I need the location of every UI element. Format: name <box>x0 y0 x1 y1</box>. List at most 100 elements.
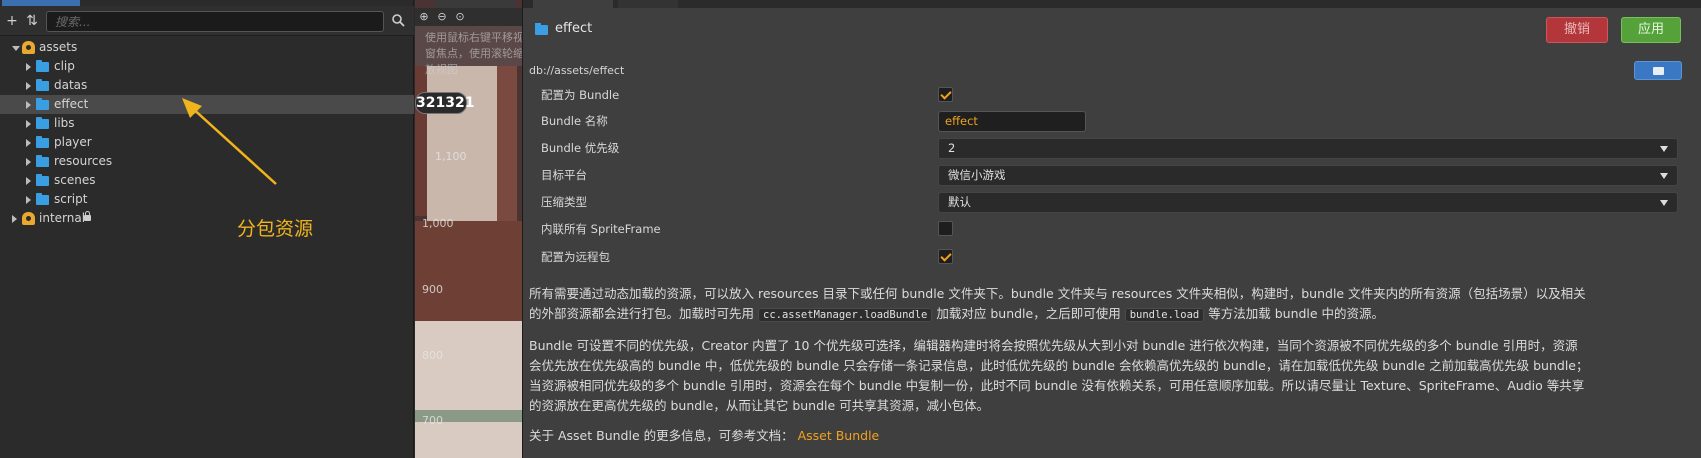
description-line: 的外部资源都会进行打包。加载时可先用 cc.assetManager.loadB… <box>529 304 1697 325</box>
scene-tab[interactable] <box>435 0 515 8</box>
folder-icon <box>535 23 548 35</box>
zoom-reset-icon[interactable]: ⊙ <box>453 10 467 24</box>
folder-icon <box>36 136 49 148</box>
chevron-right-icon[interactable] <box>26 177 31 185</box>
zoom-out-icon[interactable]: ⊖ <box>435 10 449 24</box>
tree-item-label: internal <box>39 211 86 225</box>
description-line: 会优先放在优先级高的 bundle 中，低优先级的 bundle 只会存储一条记… <box>529 358 1589 373</box>
prop-inline-spriteframe: 内联所有 SpriteFrame <box>523 217 1701 241</box>
inspector-header: effect 撤销 应用 <box>523 8 1701 52</box>
prop-label: Bundle 名称 <box>541 114 608 128</box>
chevron-down-icon <box>1660 200 1668 206</box>
ruler-label: 1,100 <box>435 150 467 163</box>
folder-icon <box>36 174 49 186</box>
tree-item-internal[interactable]: internal <box>0 209 414 228</box>
description-line: Bundle 可设置不同的优先级，Creator 内置了 10 个优先级可选择，… <box>529 338 1578 353</box>
scene-overlay-text: 使用鼠标右键平移视窗焦点，使用滚轮缩放视图 <box>425 31 522 76</box>
prop-is-bundle: 配置为 Bundle <box>523 83 1701 107</box>
prop-label: 配置为 Bundle <box>541 88 620 102</box>
folder-icon <box>36 98 49 110</box>
select-value: 2 <box>948 141 956 155</box>
tree-item-datas[interactable]: datas <box>0 76 414 95</box>
scene-view[interactable]: ⊕ ⊖ ⊙ 使用鼠标右键平移视窗焦点，使用滚轮缩放视图 321321 1,100… <box>415 0 522 458</box>
inspector-title: effect <box>555 21 593 36</box>
database-icon <box>22 212 35 225</box>
tree-item-label: libs <box>54 116 75 130</box>
chevron-right-icon[interactable] <box>26 139 31 147</box>
chevron-down-icon <box>1660 146 1668 152</box>
scene-counter: 321321 <box>415 92 474 114</box>
prop-label: Bundle 优先级 <box>541 141 620 155</box>
ruler-label: 700 <box>422 414 443 427</box>
description-line: 的资源放在更高优先级的 bundle，从而让其它 bundle 可共享其资源，减… <box>529 398 990 413</box>
search-input[interactable] <box>46 11 384 32</box>
chevron-down-icon[interactable] <box>12 46 20 51</box>
tab-service[interactable] <box>618 0 678 8</box>
prop-label: 目标平台 <box>541 168 587 182</box>
tree-item-label: clip <box>54 59 75 73</box>
tree-item-assets[interactable]: assets <box>0 38 414 57</box>
is-bundle-checkbox[interactable] <box>938 87 953 102</box>
chevron-right-icon[interactable] <box>26 82 31 90</box>
apply-button[interactable]: 应用 <box>1621 17 1681 43</box>
tree-item-clip[interactable]: clip <box>0 57 414 76</box>
prop-label: 配置为远程包 <box>541 250 610 264</box>
assets-panel: + ⇅ assets clip datas effect libs player resou… <box>0 0 414 458</box>
tree-item-label: scenes <box>54 173 96 187</box>
tree-item-script[interactable]: script <box>0 190 414 209</box>
description-line: 当资源被相同优先级的多个 bundle 引用时，资源会在每个 bundle 中复… <box>529 378 1585 393</box>
description-text: 等方法加载 bundle 中的资源。 <box>1208 306 1385 321</box>
zoom-in-icon[interactable]: ⊕ <box>417 10 431 24</box>
scene-wall <box>427 66 497 221</box>
search-icon[interactable] <box>390 13 406 29</box>
chevron-right-icon[interactable] <box>26 101 31 109</box>
add-icon[interactable]: + <box>4 13 20 29</box>
scene-floor <box>415 221 522 321</box>
folder-open-icon <box>1653 67 1664 75</box>
ruler-label: 800 <box>422 349 443 362</box>
chevron-right-icon[interactable] <box>26 196 31 204</box>
prop-bundle-priority: Bundle 优先级 2 <box>523 136 1701 160</box>
asset-bundle-doc-link[interactable]: Asset Bundle <box>798 428 880 443</box>
scene-ground <box>415 321 522 458</box>
description-text: 加载对应 bundle，之后即可使用 <box>936 306 1121 321</box>
tree-item-label: assets <box>39 40 78 54</box>
scene-pillar <box>497 66 517 221</box>
tree-item-label: resources <box>54 154 113 168</box>
chevron-right-icon[interactable] <box>26 63 31 71</box>
tree-item-label: script <box>54 192 88 206</box>
chevron-right-icon[interactable] <box>12 215 17 223</box>
target-platform-select[interactable]: 微信小游戏 <box>938 165 1678 186</box>
description-paragraph-2: Bundle 可设置不同的优先级，Creator 内置了 10 个优先级可选择，… <box>529 336 1697 416</box>
chevron-right-icon[interactable] <box>26 158 31 166</box>
code-snippet: cc.assetManager.loadBundle <box>758 308 933 322</box>
folder-icon <box>36 155 49 167</box>
description-text: 的外部资源都会进行打包。加载时可先用 <box>529 306 755 321</box>
database-icon <box>22 41 35 54</box>
prop-is-remote: 配置为远程包 <box>523 245 1701 269</box>
prop-compression-type: 压缩类型 默认 <box>523 190 1701 214</box>
assets-toolbar: + ⇅ <box>0 6 414 36</box>
revert-button[interactable]: 撤销 <box>1546 17 1608 43</box>
select-value: 微信小游戏 <box>948 168 1006 182</box>
description-paragraph-1: 所有需要通过动态加载的资源，可以放入 resources 目录下或任何 bund… <box>529 284 1697 325</box>
sort-icon[interactable]: ⇅ <box>24 13 40 29</box>
inline-spriteframe-checkbox[interactable] <box>938 221 953 236</box>
bundle-priority-select[interactable]: 2 <box>938 138 1678 159</box>
tab-inspector[interactable] <box>533 0 613 8</box>
is-remote-checkbox[interactable] <box>938 249 953 264</box>
asset-path: db://assets/effect <box>529 64 625 77</box>
scene-pillar <box>415 66 427 216</box>
select-value: 默认 <box>948 195 971 209</box>
folder-icon <box>36 79 49 91</box>
open-folder-button[interactable] <box>1634 61 1682 80</box>
lock-icon <box>84 211 91 221</box>
bundle-name-input[interactable]: effect <box>938 111 1086 132</box>
prop-label: 内联所有 SpriteFrame <box>541 222 661 236</box>
folder-icon <box>36 117 49 129</box>
chevron-right-icon[interactable] <box>26 120 31 128</box>
compression-type-select[interactable]: 默认 <box>938 192 1678 213</box>
scene-toolbar: ⊕ ⊖ ⊙ <box>415 8 522 26</box>
tree-item-label: player <box>54 135 92 149</box>
description-text: 关于 Asset Bundle 的更多信息，可参考文档： <box>529 428 794 443</box>
